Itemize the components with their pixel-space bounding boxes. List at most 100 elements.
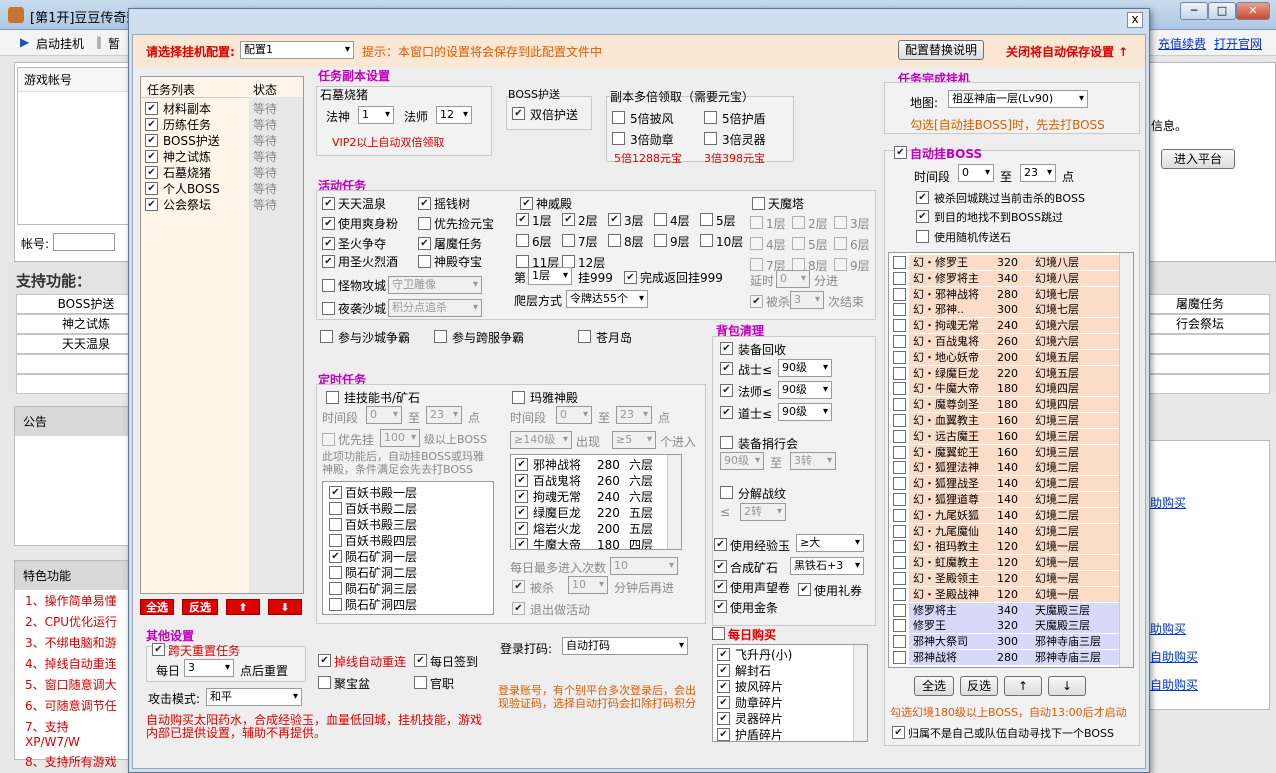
- decompose-select[interactable]: 2转: [740, 503, 786, 521]
- taoist-checkbox[interactable]: [720, 406, 733, 419]
- daily-max-select[interactable]: 10: [610, 557, 678, 575]
- buy-link[interactable]: 自助购买: [1150, 648, 1198, 665]
- book-checkbox[interactable]: [329, 598, 342, 611]
- tumo-checkbox[interactable]: [418, 237, 431, 250]
- dialog-close-button[interactable]: x: [1127, 12, 1143, 28]
- finish-return-checkbox[interactable]: [624, 271, 637, 284]
- shenwei-floor-checkbox[interactable]: [608, 234, 621, 247]
- boss-checkbox[interactable]: [893, 414, 906, 427]
- guanzhi-checkbox[interactable]: [414, 676, 427, 689]
- daily-item-checkbox[interactable]: [717, 680, 730, 693]
- tm-killed-select[interactable]: 3: [790, 291, 824, 309]
- priority-select[interactable]: 100: [380, 429, 420, 447]
- task-checkbox[interactable]: [145, 182, 158, 195]
- daily-item-checkbox[interactable]: [717, 728, 730, 741]
- task-down-button[interactable]: ⬇: [268, 599, 302, 615]
- decompose-checkbox[interactable]: [720, 486, 733, 499]
- priority-checkbox[interactable]: [322, 433, 335, 446]
- kuafu-checkbox[interactable]: [434, 330, 447, 343]
- maya-time-from[interactable]: 0: [556, 406, 592, 424]
- task-checkbox[interactable]: [145, 198, 158, 211]
- pause-button[interactable]: 暂: [108, 35, 120, 52]
- maya-count-select[interactable]: ≥5: [612, 431, 656, 449]
- official-site-link[interactable]: 打开官网: [1214, 35, 1262, 52]
- warrior-select[interactable]: 90级: [778, 359, 832, 377]
- task-invert-button[interactable]: 反选: [182, 599, 218, 615]
- shenwei-floor-checkbox[interactable]: [516, 213, 529, 226]
- task-checkbox[interactable]: [145, 134, 158, 147]
- tianmo-floor-checkbox[interactable]: [750, 216, 763, 229]
- maximize-button[interactable]: □: [1208, 2, 1236, 20]
- boss-checkbox[interactable]: [893, 398, 906, 412]
- maya-checkbox[interactable]: [512, 391, 525, 404]
- tianmo-floor-checkbox[interactable]: [792, 216, 805, 229]
- account-list[interactable]: 游戏帐号: [17, 67, 131, 225]
- maya-boss-list[interactable]: 邪神战将 280 六层 百战鬼将 260 六层 拘魂无常 240 六层 绿魔巨龙…: [510, 454, 682, 550]
- moneytree-checkbox[interactable]: [418, 197, 431, 210]
- shenwei-floor-checkbox[interactable]: [700, 234, 713, 247]
- task-checkbox[interactable]: [145, 118, 158, 131]
- maya-scrollbar[interactable]: [667, 455, 681, 549]
- boss-checkbox[interactable]: [893, 319, 906, 333]
- use-wine-checkbox[interactable]: [322, 255, 335, 268]
- shenwei-floor-checkbox[interactable]: [654, 213, 667, 226]
- maya-boss-checkbox[interactable]: [515, 490, 528, 503]
- donate-to-select[interactable]: 3转: [790, 452, 836, 470]
- shacheng-checkbox[interactable]: [320, 330, 333, 343]
- boss-checkbox[interactable]: [893, 382, 906, 396]
- boss-checkbox[interactable]: [893, 335, 906, 348]
- boss-checkbox[interactable]: [893, 445, 906, 459]
- minimize-button[interactable]: ─: [1180, 2, 1208, 20]
- ab-opt3-checkbox[interactable]: [916, 230, 929, 243]
- tianmo-floor-checkbox[interactable]: [834, 216, 847, 229]
- autoboss-checkbox[interactable]: [894, 146, 907, 159]
- boss-up-button[interactable]: ↑: [1004, 676, 1042, 696]
- delay-select[interactable]: 0: [776, 270, 810, 288]
- monster-siege-checkbox[interactable]: [322, 279, 335, 292]
- maya-killed-select[interactable]: 10: [568, 576, 608, 594]
- shenwei-floor-checkbox[interactable]: [516, 234, 529, 247]
- boss-checkbox[interactable]: [893, 587, 906, 601]
- task-checkbox[interactable]: [145, 166, 158, 179]
- boss-invert-button[interactable]: 反选: [960, 676, 998, 696]
- task-checkbox[interactable]: [145, 102, 158, 115]
- x5-shield-checkbox[interactable]: [704, 111, 717, 124]
- task-checkbox[interactable]: [145, 150, 158, 163]
- task-select-all-button[interactable]: 全选: [140, 599, 174, 615]
- night-raid-checkbox[interactable]: [322, 302, 335, 315]
- maya-time-to[interactable]: 23: [616, 406, 652, 424]
- night-raid-select[interactable]: 积分点追杀: [388, 299, 482, 317]
- boss-return-checkbox[interactable]: [892, 726, 905, 739]
- ab-time-to[interactable]: 23: [1020, 164, 1056, 182]
- book-checkbox[interactable]: [329, 534, 342, 547]
- maya-boss-checkbox[interactable]: [515, 522, 528, 535]
- daily-buy-list[interactable]: 飞升丹(小) 解封石 披风碎片 勋章碎片 灵器碎片 护盾碎片: [712, 644, 868, 742]
- daily-buy-checkbox[interactable]: [712, 627, 725, 640]
- daily-item-checkbox[interactable]: [717, 696, 730, 709]
- sb-time-from[interactable]: 0: [366, 406, 402, 424]
- reset-checkbox[interactable]: [152, 643, 165, 656]
- book-checkbox[interactable]: [329, 518, 342, 531]
- boss-checkbox[interactable]: [893, 524, 906, 538]
- boss-checkbox[interactable]: [893, 635, 906, 649]
- gold-checkbox[interactable]: [714, 600, 727, 613]
- attack-select[interactable]: 和平: [206, 688, 302, 706]
- buy-link[interactable]: 自助购买: [1150, 676, 1198, 693]
- start-button[interactable]: 启动挂机: [36, 35, 84, 52]
- maya-boss-checkbox[interactable]: [515, 474, 528, 487]
- warrior-checkbox[interactable]: [720, 362, 733, 375]
- jubao-checkbox[interactable]: [318, 676, 331, 689]
- boss-list[interactable]: 幻・修罗王 320 幻境八层 幻・修罗将主 340 幻境八层 幻・邪神战将 28…: [888, 252, 1134, 668]
- boss-scrollbar[interactable]: [1119, 253, 1133, 667]
- boss-checkbox[interactable]: [893, 429, 906, 443]
- boss-checkbox[interactable]: [893, 477, 906, 491]
- taoist-select[interactable]: 90级: [778, 403, 832, 421]
- layer-select[interactable]: 1层: [528, 267, 572, 285]
- monster-siege-select[interactable]: 守卫雕像: [388, 276, 482, 294]
- shenwei-checkbox[interactable]: [520, 197, 533, 210]
- recycle-checkbox[interactable]: [720, 342, 733, 355]
- x5-wind-checkbox[interactable]: [612, 111, 625, 124]
- ab-opt1-checkbox[interactable]: [916, 191, 929, 204]
- login-select[interactable]: 自动打码: [562, 637, 688, 655]
- exp-jade-select[interactable]: ≥大: [796, 534, 864, 552]
